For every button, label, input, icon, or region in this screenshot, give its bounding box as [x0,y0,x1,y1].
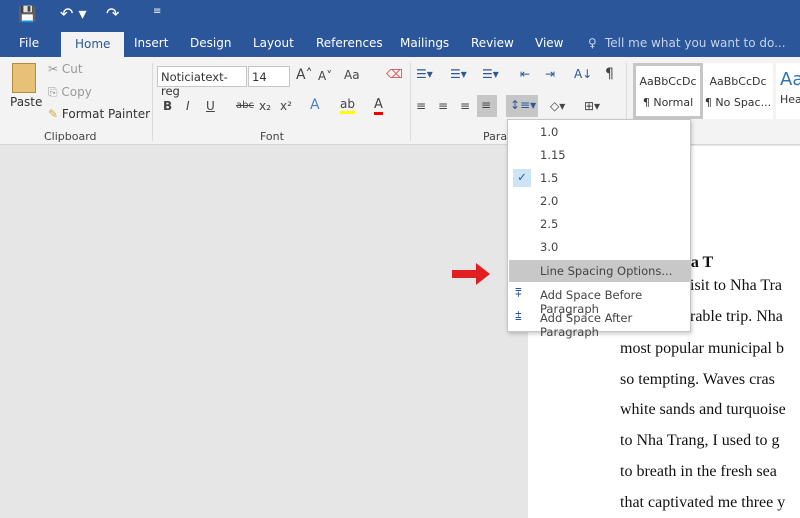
font-name-value: Noticiatext-reg [161,70,228,98]
bullets-icon[interactable]: ☰▾ [416,67,433,81]
style-name: Hea [780,93,800,106]
document-line: that captivated me three y [620,494,786,511]
copy-button[interactable]: ⎘ Copy [48,85,92,100]
font-name-select[interactable]: Noticiatext-reg [157,66,247,98]
strikethrough-button[interactable]: abc [236,100,254,111]
style-heading[interactable]: Aa Hea [776,63,800,119]
lightbulb-icon: ♀ [588,36,597,50]
red-arrow-icon [452,263,490,285]
space-after-icon: ⩲ [515,309,522,323]
document-line: so tempting. Waves cras [620,371,775,388]
tab-file[interactable]: File [19,36,39,50]
style-no-spacing[interactable]: AaBbCcDc ¶ No Spac... [703,63,773,119]
cut-button[interactable]: ✂ Cut [48,62,83,76]
redo-icon[interactable]: ↷ [106,4,119,23]
style-preview: AaBbCcDc [709,75,767,88]
paste-button[interactable]: Paste [10,95,42,109]
ribbon-tabs: File Home Insert Design Layout Reference… [0,30,800,57]
increase-indent-icon[interactable]: ⇥ [545,67,555,81]
menu-item-label: 1.5 [540,171,559,185]
check-icon: ✓ [513,169,531,187]
line-spacing-menu: 1.0 1.15 ✓ 1.5 2.0 2.5 3.0 Line Spacing O… [507,119,691,339]
tab-view[interactable]: View [535,36,563,50]
grow-font-icon[interactable]: A˄ [296,67,313,83]
menu-item-label: 2.0 [540,194,559,208]
underline-button[interactable]: U [206,99,215,113]
numbering-icon[interactable]: ☰▾ [450,67,467,81]
highlight-icon[interactable]: ab [340,97,355,114]
superscript-button[interactable]: x² [280,99,292,113]
clipboard-group-label: Clipboard [44,130,97,143]
menu-item-1-5[interactable]: ✓ 1.5 [509,167,690,189]
multilevel-list-icon[interactable]: ☰▾ [482,67,499,81]
format-painter-button[interactable]: ✎ Format Painter [48,107,150,121]
document-line: to Nha Trang, I used to g [620,432,780,449]
document-line: orable trip. Nha [682,308,783,325]
borders-icon[interactable]: ⊞▾ [584,99,600,113]
font-group-label: Font [260,130,284,143]
shading-icon[interactable]: ◇▾ [550,99,565,113]
tab-references[interactable]: References [316,36,383,50]
tab-design[interactable]: Design [190,36,231,50]
undo-icon[interactable]: ↶ ▾ [60,4,87,23]
document-line: most popular municipal b [620,340,784,357]
menu-item-label: Line Spacing Options... [540,264,673,278]
align-center-icon[interactable]: ≡ [438,99,448,113]
copy-label: Copy [61,85,92,99]
tab-home[interactable]: Home [61,32,125,57]
customize-icon[interactable]: ≡ [153,6,161,17]
document-line: white sands and turquoise [620,401,786,418]
subscript-button[interactable]: x₂ [259,99,271,113]
bold-button[interactable]: B [163,99,172,113]
align-left-icon[interactable]: ≡ [416,99,426,113]
shrink-font-icon[interactable]: A˅ [318,69,332,83]
clear-formatting-icon[interactable]: ⌫ [386,67,403,81]
style-name: ¶ Normal [642,96,694,109]
menu-item-label: 2.5 [540,217,559,231]
menu-item-3-0[interactable]: 3.0 [509,236,690,258]
decrease-indent-icon[interactable]: ⇤ [520,67,530,81]
sort-icon[interactable]: A↓ [574,67,592,81]
cut-label: Cut [61,62,83,76]
text-effects-icon[interactable]: A [310,97,320,113]
style-preview: Aa [780,69,800,90]
menu-item-label: 3.0 [540,240,559,254]
document-line: to breath in the fresh sea [620,463,777,480]
brush-icon: ✎ [48,107,59,121]
title-bar: 💾 ↶ ▾ ↷ ≡ [0,0,800,30]
align-right-icon[interactable]: ≡ [460,99,470,113]
italic-button[interactable]: I [186,99,190,113]
font-size-select[interactable]: 14 [248,66,290,87]
font-color-icon[interactable]: A [374,97,383,115]
justify-icon[interactable]: ≡ [477,95,497,117]
tab-layout[interactable]: Layout [253,36,294,50]
divider [152,63,153,141]
save-icon[interactable]: 💾 [18,5,37,23]
style-normal[interactable]: AaBbCcDc ¶ Normal [633,63,703,119]
line-spacing-button[interactable]: ↕≡▾ [506,95,538,117]
tab-insert[interactable]: Insert [134,36,168,50]
document-line: visit to Nha Tra [682,277,783,294]
menu-item-label: 1.0 [540,125,559,139]
style-name: ¶ No Spac... [704,96,772,109]
paste-icon[interactable] [12,63,36,93]
menu-item-2-0[interactable]: 2.0 [509,190,690,212]
line-spacing-options-item[interactable]: Line Spacing Options... [509,260,690,282]
tell-me-search[interactable]: Tell me what you want to do... [605,36,786,50]
format-painter-label: Format Painter [61,107,151,121]
tab-review[interactable]: Review [471,36,514,50]
show-formatting-icon[interactable]: ¶ [605,66,614,82]
add-space-before-item[interactable]: ⩱ Add Space Before Paragraph [509,284,690,316]
menu-item-label: 1.15 [540,148,566,162]
menu-item-1-15[interactable]: 1.15 [509,144,690,166]
divider [410,63,411,141]
menu-item-2-5[interactable]: 2.5 [509,213,690,235]
add-space-after-item[interactable]: ⩲ Add Space After Paragraph [509,307,690,339]
style-preview: AaBbCcDc [639,75,697,88]
tab-mailings[interactable]: Mailings [400,36,449,50]
space-before-icon: ⩱ [515,286,522,300]
change-case-button[interactable]: Aa [344,68,360,82]
menu-item-1-0[interactable]: 1.0 [509,121,690,143]
font-size-value: 14 [252,70,267,84]
